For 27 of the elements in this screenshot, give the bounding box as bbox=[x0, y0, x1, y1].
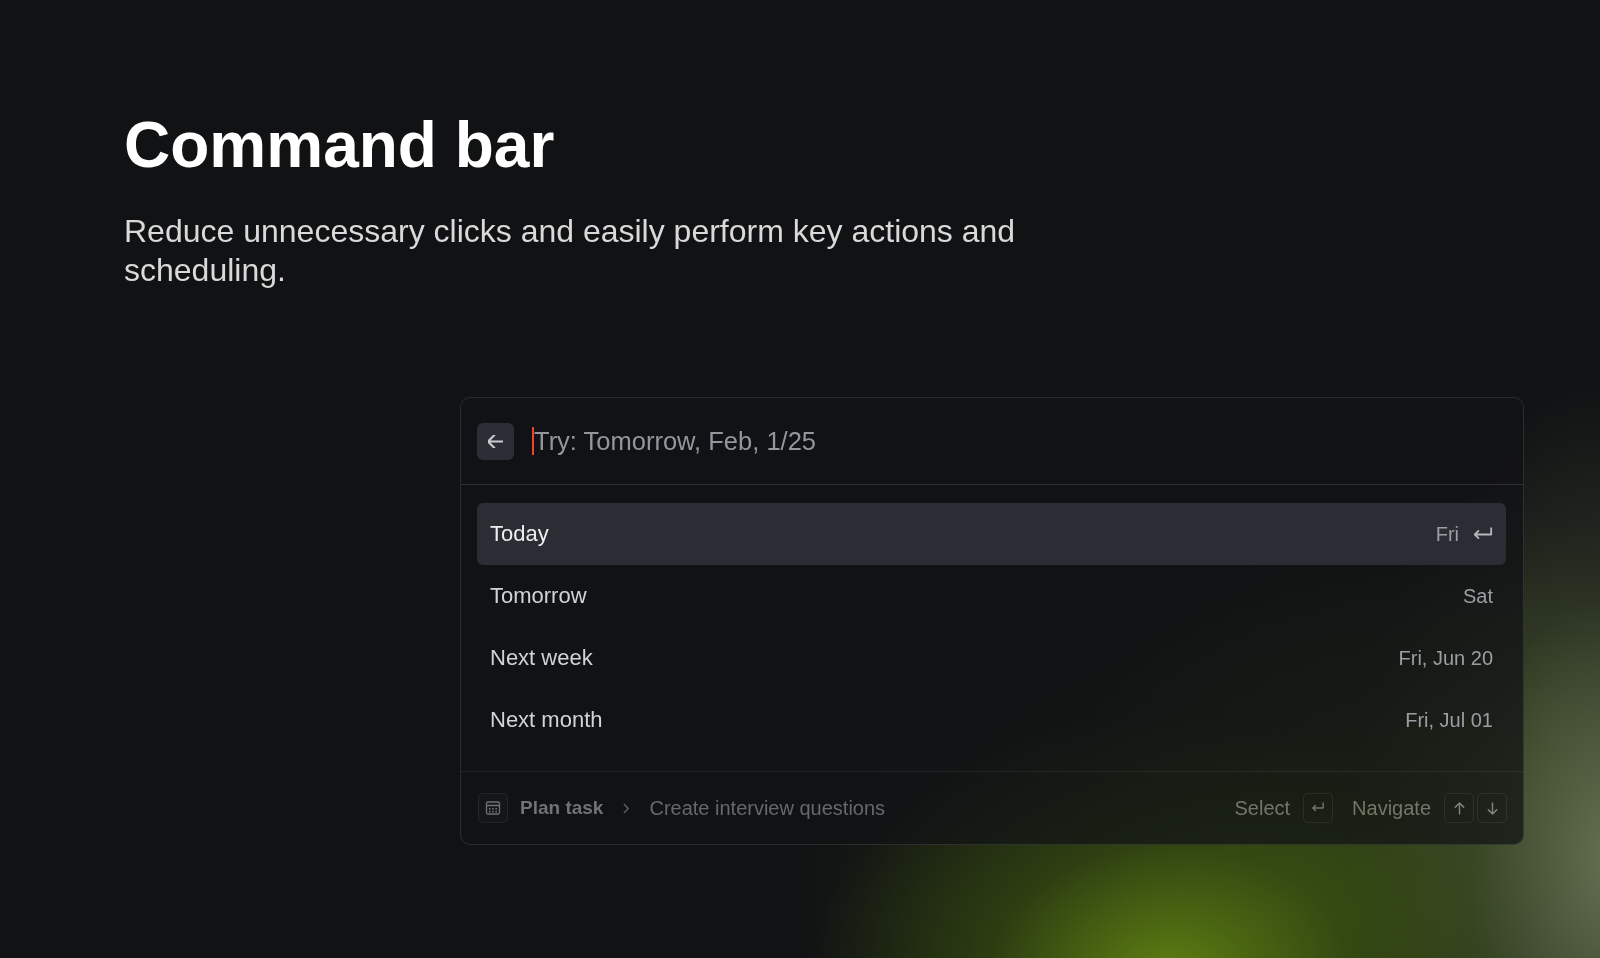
back-button[interactable] bbox=[477, 422, 514, 460]
page-description: Reduce unnecessary clicks and easily perform key actions and scheduling. bbox=[124, 212, 1017, 290]
option-label: Next week bbox=[490, 645, 593, 671]
page-title: Command bar bbox=[124, 108, 555, 182]
shortcut-hint-label: Select bbox=[1234, 796, 1291, 820]
date-option[interactable]: Next week Fri, Jun 20 bbox=[477, 627, 1506, 689]
arrow-down-key-icon bbox=[1477, 793, 1507, 823]
task-label: Create interview questions bbox=[649, 796, 886, 820]
search-field[interactable]: Try: Tomorrow, Feb, 1/25 bbox=[532, 422, 1507, 460]
option-label: Tomorrow bbox=[490, 583, 587, 609]
enter-key-icon bbox=[1473, 526, 1493, 542]
context-label: Plan task bbox=[520, 797, 604, 819]
shortcut-hint-label: Navigate bbox=[1352, 796, 1431, 820]
date-option[interactable]: Tomorrow Sat bbox=[477, 565, 1506, 627]
option-date: Fri, Jul 01 bbox=[1405, 708, 1493, 732]
arrow-left-icon bbox=[488, 434, 503, 448]
arrow-up-key-icon bbox=[1444, 793, 1474, 823]
option-label: Next month bbox=[490, 707, 603, 733]
enter-key-icon bbox=[1303, 793, 1334, 823]
option-date: Fri bbox=[1435, 522, 1459, 546]
date-option[interactable]: Today Fri bbox=[477, 503, 1506, 565]
option-date: Sat bbox=[1462, 584, 1493, 608]
option-date: Fri, Jun 20 bbox=[1398, 646, 1493, 670]
option-label: Today bbox=[490, 521, 549, 547]
chevron-right-icon bbox=[623, 802, 631, 814]
date-option[interactable]: Next month Fri, Jul 01 bbox=[477, 689, 1506, 751]
calendar-icon bbox=[478, 793, 508, 823]
